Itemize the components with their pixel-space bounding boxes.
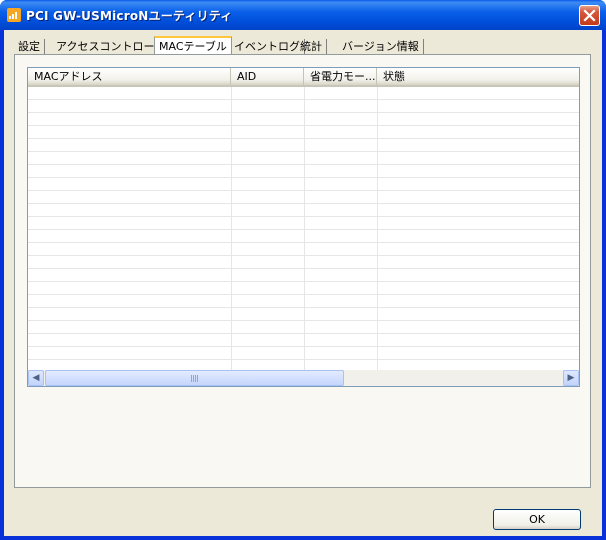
table-row bbox=[28, 269, 579, 282]
list-header: MACアドレス AID 省電力モー... 状態 bbox=[28, 68, 579, 87]
table-row bbox=[28, 308, 579, 321]
scroll-left-icon: ◀ bbox=[32, 373, 40, 383]
table-row bbox=[28, 321, 579, 334]
tab-mac-table[interactable]: MACテーブル bbox=[154, 36, 232, 56]
scroll-left-button[interactable]: ◀ bbox=[28, 370, 44, 386]
table-row bbox=[28, 243, 579, 256]
utility-app-icon bbox=[7, 8, 21, 22]
column-header-mac-address[interactable]: MACアドレス bbox=[28, 68, 231, 85]
dialog-client-area: 設定 アクセスコントロール MACテーブル イベントログ 統計 バージョン情報 … bbox=[4, 30, 602, 536]
table-row bbox=[28, 87, 579, 100]
table-row bbox=[28, 139, 579, 152]
ok-button[interactable]: OK bbox=[493, 509, 581, 530]
table-row bbox=[28, 126, 579, 139]
close-icon bbox=[583, 9, 596, 22]
window-title: PCI GW-USMicroNユーティリティ bbox=[26, 9, 233, 23]
title-bar[interactable]: PCI GW-USMicroNユーティリティ bbox=[0, 0, 606, 30]
scroll-right-icon: ▶ bbox=[567, 373, 575, 383]
table-row bbox=[28, 178, 579, 191]
scrollbar-thumb[interactable] bbox=[45, 370, 344, 386]
horizontal-scrollbar[interactable]: ◀ ▶ bbox=[28, 370, 579, 386]
list-rows bbox=[28, 87, 579, 370]
table-row bbox=[28, 347, 579, 360]
tab-panel: MACアドレス AID 省電力モー... 状態 ◀ ▶ bbox=[14, 54, 591, 488]
table-row bbox=[28, 191, 579, 204]
table-row bbox=[28, 295, 579, 308]
table-row bbox=[28, 217, 579, 230]
table-row bbox=[28, 256, 579, 269]
close-button[interactable] bbox=[579, 5, 600, 26]
table-row bbox=[28, 100, 579, 113]
table-row bbox=[28, 334, 579, 347]
table-row bbox=[28, 113, 579, 126]
table-row bbox=[28, 165, 579, 178]
table-row bbox=[28, 282, 579, 295]
column-header-status[interactable]: 状態 bbox=[377, 68, 579, 85]
column-header-power-save-mode[interactable]: 省電力モー... bbox=[304, 68, 377, 85]
table-row bbox=[28, 152, 579, 165]
table-row bbox=[28, 230, 579, 243]
grip-icon bbox=[191, 375, 199, 382]
dialog-window: PCI GW-USMicroNユーティリティ 設定 アクセスコントロール MAC… bbox=[0, 0, 606, 540]
column-header-aid[interactable]: AID bbox=[231, 68, 304, 85]
scroll-right-button[interactable]: ▶ bbox=[563, 370, 579, 386]
table-row bbox=[28, 204, 579, 217]
mac-table-list[interactable]: MACアドレス AID 省電力モー... 状態 ◀ ▶ bbox=[27, 67, 580, 387]
